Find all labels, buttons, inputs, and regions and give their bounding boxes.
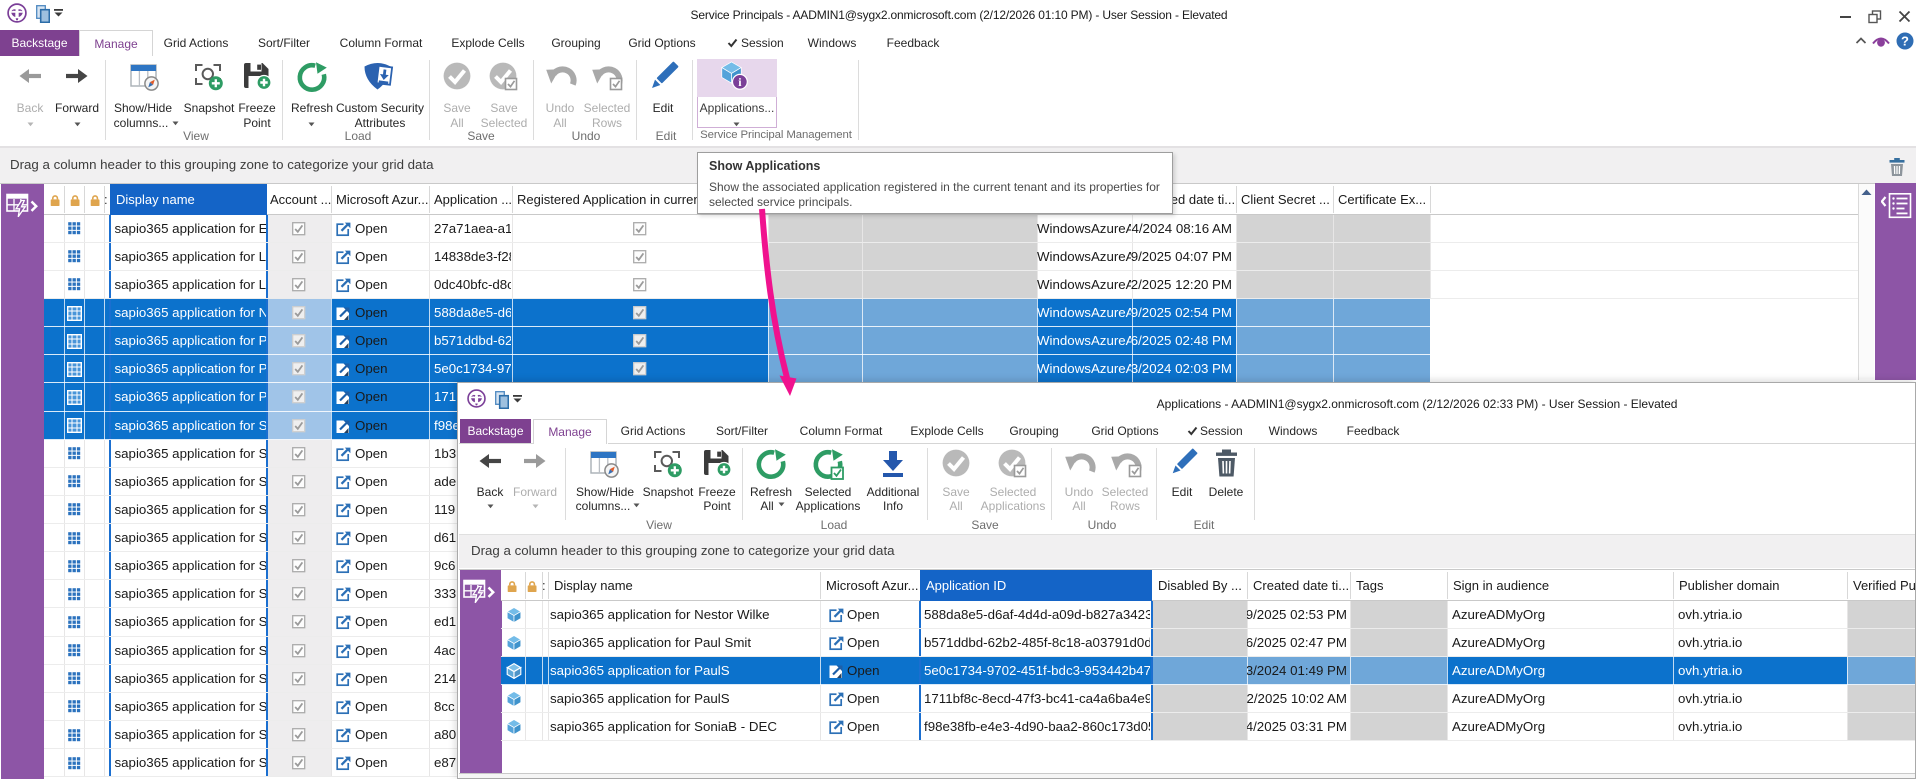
svg-text:?: ? (1901, 34, 1909, 49)
